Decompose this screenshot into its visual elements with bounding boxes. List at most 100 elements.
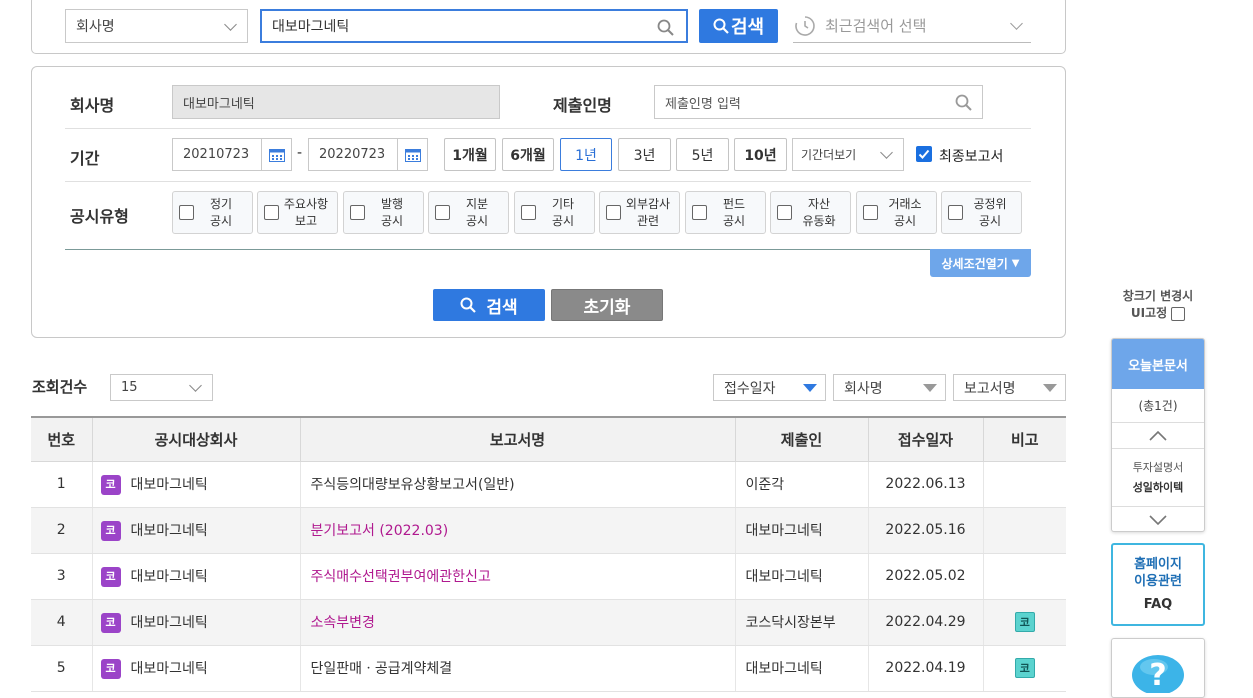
- row-report-link[interactable]: 단일판매ㆍ공급계약체결: [311, 661, 453, 677]
- period-5y-button[interactable]: 5년: [676, 138, 729, 171]
- result-count-select[interactable]: 15: [110, 374, 213, 401]
- period-6m-button[interactable]: 6개월: [502, 138, 554, 171]
- date-to-input[interactable]: 20220723: [308, 138, 428, 171]
- kosdaq-badge: 코: [100, 474, 121, 495]
- checkbox[interactable]: [863, 205, 878, 220]
- period-1y-button[interactable]: 1년: [560, 138, 612, 171]
- disclosure-type-option[interactable]: 외부감사관련: [599, 191, 680, 234]
- help-button[interactable]: ?: [1111, 638, 1205, 698]
- advanced-options-button[interactable]: 상세조건열기 ▼: [930, 249, 1031, 277]
- recent-search-select[interactable]: 최근검색어 선택: [793, 9, 1031, 43]
- row-submitter: 대보마그네틱: [734, 553, 868, 600]
- clock-history-icon: [795, 15, 815, 36]
- table-row: 4 코 대보마그네틱 소속부변경 코스닥시장본부 2022.04.29 코: [31, 599, 1066, 646]
- type-label-line-1: 외부감사: [625, 196, 671, 211]
- col-header-number: 번호: [31, 416, 93, 462]
- search-category-select[interactable]: 회사명: [65, 9, 248, 43]
- recent-doc-type: 투자설명서: [1132, 460, 1184, 474]
- period-more-select[interactable]: 기간더보기: [792, 138, 904, 171]
- kosdaq-badge: 코: [100, 612, 121, 633]
- type-label-line-2: 공시: [209, 213, 233, 228]
- checkbox[interactable]: [179, 205, 194, 220]
- checkbox[interactable]: [692, 205, 707, 220]
- disclosure-type-option[interactable]: 발행 공시: [343, 191, 424, 234]
- row-number: 5: [31, 645, 92, 692]
- faq-link[interactable]: 홈페이지 이용관련 FAQ: [1111, 543, 1205, 626]
- type-label-line-2: 보고: [294, 213, 318, 228]
- recent-docs-count: (총1건): [1112, 389, 1204, 423]
- sort-by-date[interactable]: 접수일자: [713, 374, 826, 401]
- table-row: 3 코 대보마그네틱 주식매수선택권부여에관한신고 대보마그네틱 2022.05.02: [31, 553, 1066, 600]
- sort-by-report[interactable]: 보고서명: [953, 374, 1066, 401]
- checkbox[interactable]: [350, 205, 365, 220]
- company-label: 회사명: [70, 96, 115, 115]
- row-company-link[interactable]: 대보마그네틱: [131, 615, 208, 631]
- checkbox[interactable]: [606, 205, 621, 220]
- checkbox[interactable]: [264, 205, 279, 220]
- table-row: 5 코 대보마그네틱 단일판매ㆍ공급계약체결 대보마그네틱 2022.04.19 코: [31, 645, 1066, 692]
- checkbox[interactable]: [948, 205, 963, 220]
- row-report-link[interactable]: 주식등의대량보유상황보고서(일반): [311, 477, 515, 493]
- kosdaq-note-badge: 코: [1014, 658, 1035, 678]
- period-3y-button[interactable]: 3년: [618, 138, 671, 171]
- checkbox[interactable]: [777, 205, 792, 220]
- row-report-link[interactable]: 분기보고서 (2022.03): [311, 523, 449, 539]
- period-1m-button[interactable]: 1개월: [444, 138, 496, 171]
- ui-fix-checkbox[interactable]: [1171, 306, 1186, 321]
- row-submitter: 대보마그네틱: [734, 507, 868, 554]
- type-label-line-2: 공시: [893, 213, 917, 228]
- chevron-down-icon: [224, 18, 237, 31]
- row-report-link[interactable]: 소속부변경: [311, 615, 375, 631]
- search-button[interactable]: 검색: [699, 9, 778, 43]
- disclosure-type-option[interactable]: 공정위 공시: [941, 191, 1022, 234]
- sort-report-label: 보고서명: [964, 380, 1016, 397]
- final-report-checkbox[interactable]: [916, 146, 932, 162]
- disclosure-type-option[interactable]: 기타 공시: [514, 191, 595, 234]
- scroll-down-button[interactable]: [1112, 507, 1204, 531]
- row-company-link[interactable]: 대보마그네틱: [131, 569, 208, 585]
- reset-button[interactable]: 초기화: [551, 289, 663, 321]
- disclosure-type-label: 주요사항 보고: [279, 196, 337, 230]
- type-label-line-2: 관련: [636, 213, 660, 228]
- row-report-link[interactable]: 주식매수선택권부여에관한신고: [311, 569, 491, 585]
- company-value: 대보마그네틱: [183, 96, 255, 112]
- recent-search-placeholder: 최근검색어 선택: [825, 17, 927, 35]
- period-10y-button[interactable]: 10년: [734, 138, 787, 171]
- row-company-link[interactable]: 대보마그네틱: [131, 661, 208, 677]
- row-company-link[interactable]: 대보마그네틱: [131, 523, 208, 539]
- disclosure-type-option[interactable]: 자산 유동화: [770, 191, 851, 234]
- divider: [65, 181, 1031, 182]
- table-row: 1 코 대보마그네틱 주식등의대량보유상황보고서(일반) 이준각 2022.06.13: [31, 461, 1066, 508]
- disclosure-type-option[interactable]: 주요사항 보고: [257, 191, 338, 234]
- row-note-cell: 코: [982, 645, 1066, 692]
- detail-search-button[interactable]: 검색: [433, 289, 545, 321]
- type-label-line-1: 정기: [209, 196, 233, 211]
- col-header-submitter: 제출인: [734, 416, 869, 462]
- recent-doc-item[interactable]: 투자설명서 성일하이텍: [1112, 449, 1204, 507]
- disclosure-type-label: 외부감사관련: [621, 196, 679, 230]
- row-company-link[interactable]: 대보마그네틱: [131, 477, 208, 493]
- calendar-icon[interactable]: [261, 139, 291, 170]
- disclosure-type-option[interactable]: 지분 공시: [428, 191, 509, 234]
- table-row: 2 코 대보마그네틱 분기보고서 (2022.03) 대보마그네틱 2022.05.16: [31, 507, 1066, 554]
- search-input[interactable]: 대보마그네틱: [260, 9, 688, 43]
- check-icon: [918, 149, 930, 159]
- scroll-up-button[interactable]: [1112, 423, 1204, 449]
- row-note-cell: 코: [982, 599, 1066, 646]
- checkbox[interactable]: [435, 205, 450, 220]
- disclosure-type-label: 공정위 공시: [963, 196, 1021, 230]
- sort-by-company[interactable]: 회사명: [833, 374, 946, 401]
- disclosure-type-option[interactable]: 펀드 공시: [685, 191, 766, 234]
- disclosure-type-option[interactable]: 거래소 공시: [856, 191, 937, 234]
- disclosure-type-label: 기타 공시: [536, 196, 594, 230]
- checkbox[interactable]: [521, 205, 536, 220]
- calendar-icon[interactable]: [397, 139, 427, 170]
- disclosure-type-label: 거래소 공시: [878, 196, 936, 230]
- row-date: 2022.04.19: [867, 645, 983, 692]
- date-from-input[interactable]: 20210723: [172, 138, 292, 171]
- result-count-value: 15: [121, 380, 138, 395]
- type-label-line-2: 유동화: [802, 213, 836, 228]
- disclosure-type-label: 정기공시: [194, 196, 252, 230]
- submitter-input[interactable]: 제출인명 입력: [654, 85, 983, 119]
- disclosure-type-option[interactable]: 정기공시: [172, 191, 253, 234]
